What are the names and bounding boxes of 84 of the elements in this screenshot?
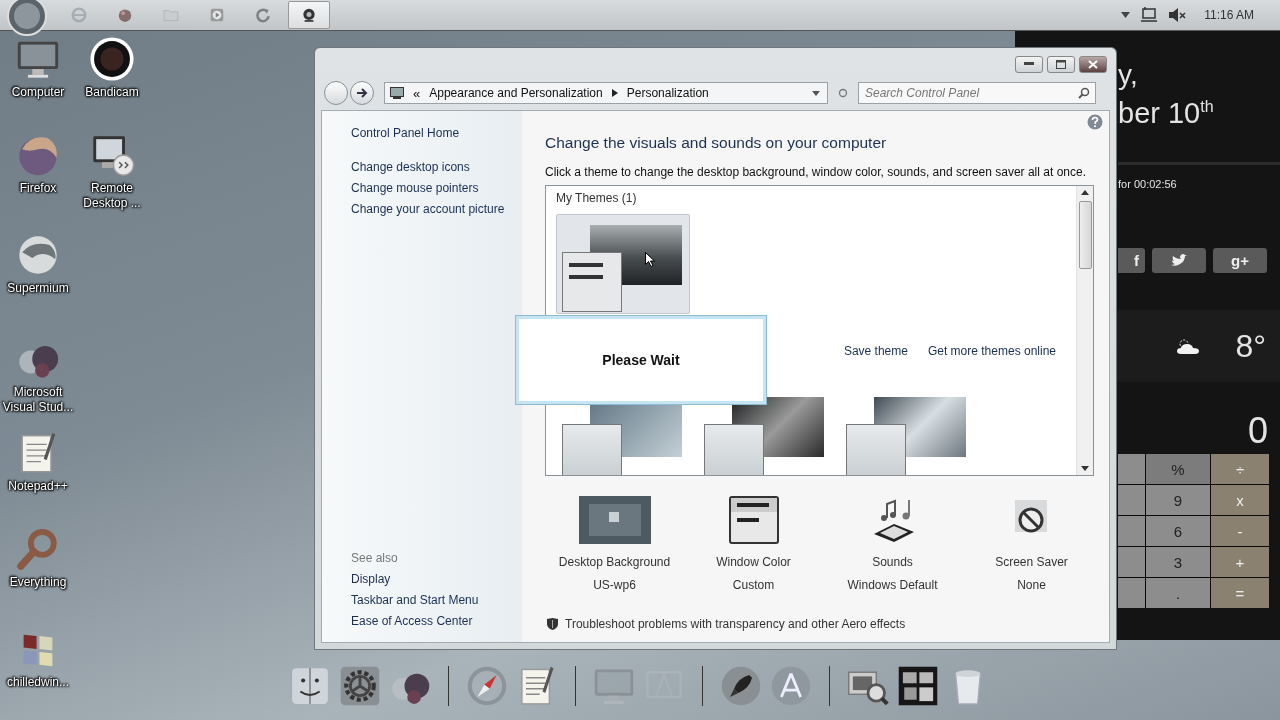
- window-panels-icon: [896, 664, 940, 708]
- social-button[interactable]: g+: [1213, 248, 1267, 273]
- page-title: Change the visuals and sounds on your computer: [545, 134, 888, 152]
- shield-icon: [547, 618, 558, 630]
- breadcrumb-arrow-icon[interactable]: [611, 89, 618, 97]
- see-also-link[interactable]: Taskbar and Start Menu: [351, 593, 522, 607]
- theme-action-link[interactable]: Get more themes online: [927, 344, 1056, 358]
- calculator-key[interactable]: +: [1211, 547, 1269, 577]
- close-icon: [1088, 59, 1098, 69]
- overflow-chevron[interactable]: «: [413, 85, 421, 101]
- minimize-icon: [1024, 62, 1034, 66]
- calculator-key[interactable]: 9: [1146, 485, 1210, 515]
- calculator-key[interactable]: 3: [1146, 547, 1210, 577]
- forward-button[interactable]: [350, 81, 374, 105]
- close-button[interactable]: [1079, 55, 1107, 73]
- rocket-icon: [719, 664, 763, 708]
- personalization-setting[interactable]: Screen Saver None: [962, 496, 1101, 592]
- troubleshoot-link[interactable]: Troubleshoot problems with transparency and other Aero effects: [565, 617, 906, 631]
- desktop-shortcut[interactable]: Firefox: [0, 132, 76, 196]
- window-color-icon: [728, 496, 779, 544]
- theme-action-link[interactable]: Save theme: [843, 344, 908, 358]
- control-panel-icon: [390, 87, 404, 99]
- breadcrumb-link[interactable]: Personalization: [626, 86, 709, 100]
- personalization-setting[interactable]: Sounds Windows Default: [823, 496, 962, 592]
- start-orb-icon[interactable]: [7, 0, 47, 36]
- task-link[interactable]: Change desktop icons: [351, 160, 522, 174]
- social-button[interactable]: f: [1118, 248, 1145, 273]
- personalization-setting[interactable]: Window Color Custom: [684, 496, 823, 592]
- network-icon[interactable]: [1140, 7, 1159, 23]
- record-icon: [89, 36, 135, 82]
- search-field[interactable]: Search Control Panel: [858, 82, 1096, 104]
- address-bar[interactable]: « Appearance and Personalization Personalization: [384, 82, 828, 104]
- date-text: ber 10$^{th}$: [1118, 95, 1215, 130]
- refresh-icon[interactable]: [838, 88, 848, 98]
- calculator-key[interactable]: x: [1211, 485, 1269, 515]
- desktop-shortcut[interactable]: Computer: [0, 36, 76, 100]
- desktop-shortcut[interactable]: Notepad++: [0, 430, 76, 494]
- dialog-message: Please Wait: [602, 352, 680, 368]
- caret-icon[interactable]: [1121, 12, 1131, 18]
- taskbar-app-button[interactable]: [288, 1, 330, 29]
- mouse-pointer-icon: [645, 252, 655, 267]
- calculator-key[interactable]: -: [1211, 516, 1269, 546]
- desktop-shortcut[interactable]: Bandicam: [74, 36, 150, 100]
- gear-icon: [338, 664, 382, 708]
- calculator-key[interactable]: .: [1146, 578, 1210, 608]
- desktop-shortcut[interactable]: Supermium: [0, 232, 76, 296]
- timer-text: for 00:02:56: [1118, 178, 1178, 192]
- dropdown-caret-icon[interactable]: [812, 90, 820, 96]
- right-arrow-icon: [356, 88, 368, 98]
- theme-thumbnail[interactable]: [556, 214, 690, 314]
- greeting-text: y,: [1118, 60, 1139, 90]
- calculator-key[interactable]: %: [1146, 454, 1210, 484]
- task-link[interactable]: Change your account picture: [351, 202, 522, 216]
- search-icon: [1078, 87, 1090, 99]
- minimize-button[interactable]: [1015, 55, 1043, 73]
- breadcrumb-link[interactable]: Appearance and Personalization: [429, 86, 603, 100]
- help-icon[interactable]: [1087, 114, 1103, 130]
- theme-group-heading: My Themes (1): [556, 191, 638, 205]
- scroll-up-icon[interactable]: [1081, 190, 1089, 195]
- see-also-heading: See also: [351, 551, 399, 565]
- scroll-thumb[interactable]: [1078, 201, 1092, 269]
- personalization-setting[interactable]: Desktop Background US-wp6: [545, 496, 684, 592]
- task-link[interactable]: Change mouse pointers: [351, 181, 522, 195]
- temperature-text: 8°: [1235, 327, 1266, 365]
- compass-icon: [465, 664, 509, 708]
- calculator-key[interactable]: =: [1211, 578, 1269, 608]
- desktop-shortcut[interactable]: Microsoft Visual Stud...: [0, 336, 76, 415]
- page-subtitle: Click a theme to change the desktop background, window color, sounds, and screen saver all at once.: [545, 165, 1087, 179]
- calculator-key[interactable]: ÷: [1211, 454, 1269, 484]
- bird-icon: [1170, 253, 1188, 268]
- muted-speaker-icon[interactable]: [1168, 7, 1187, 23]
- control-panel-home-link[interactable]: Control Panel Home: [351, 126, 522, 140]
- calculator-display: 0: [1246, 410, 1269, 450]
- scroll-down-icon[interactable]: [1081, 466, 1089, 471]
- clock-time[interactable]: 11:16 AM: [1204, 8, 1254, 22]
- see-also-link[interactable]: Display: [351, 572, 522, 586]
- social-button[interactable]: [1152, 248, 1206, 273]
- desktop-shortcut[interactable]: Remote Desktop ...: [74, 132, 150, 211]
- see-also-link[interactable]: Ease of Access Center: [351, 614, 522, 628]
- triangle-circle-icon: [769, 664, 813, 708]
- calculator-key[interactable]: 6: [1146, 516, 1210, 546]
- maximize-button[interactable]: [1047, 55, 1075, 73]
- maximize-icon: [1056, 59, 1066, 69]
- scrollbar[interactable]: [1076, 186, 1093, 475]
